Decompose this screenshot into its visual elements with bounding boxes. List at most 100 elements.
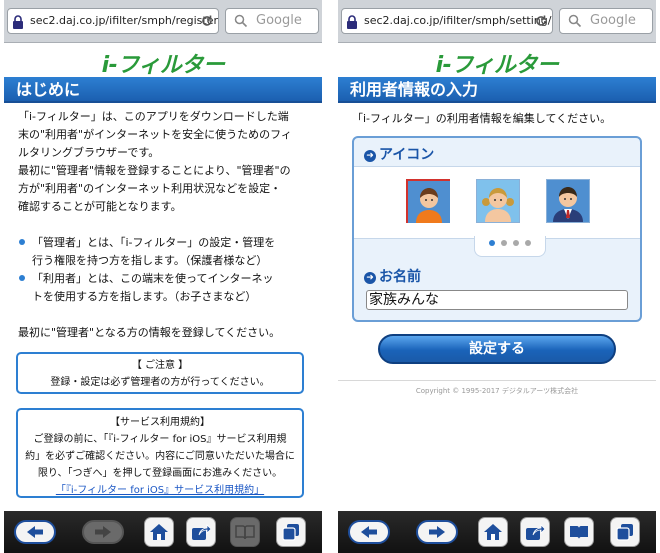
intro-line: ルタリングブラウザーです。 [18,146,160,159]
avatar-option-girl[interactable] [476,179,520,223]
page-dot[interactable] [525,240,531,246]
back-icon [27,526,43,538]
search-placeholder: Google [256,13,302,28]
lock-icon [347,15,357,29]
girl-avatar-icon [477,180,519,222]
name-section-heading: ➜ お名前 [364,266,421,286]
search-field[interactable]: Google [225,8,319,34]
page-dot[interactable] [501,240,507,246]
bullet-dot [19,275,25,281]
name-input[interactable]: 家族みんな [366,290,628,310]
avatar-option-boy[interactable] [406,179,450,223]
search-icon [568,14,582,28]
home-icon [150,524,168,540]
right-screen: sec2.daj.co.jp/ifilter/smph/setting/if G… [338,0,656,553]
back-button[interactable] [14,520,56,544]
address-bar: sec2.daj.co.jp/ifilter/smph/register/s G… [4,0,322,43]
page-dot[interactable] [489,240,495,246]
intro-line: 「i-フィルター」は、このアプリをダウンロードした端 [18,110,289,123]
forward-icon [95,526,111,538]
browser-toolbar [4,511,322,553]
logo: i-フィルター [101,53,225,78]
back-button[interactable] [348,520,390,544]
intro-line: 最初に"管理者"情報を登録することにより、"管理者"の [18,164,291,177]
name-label: お名前 [379,269,421,285]
page-dots [475,240,545,246]
home-button[interactable] [478,517,508,547]
address-bar: sec2.daj.co.jp/ifilter/smph/setting/if G… [338,0,656,43]
tabs-icon [282,524,299,541]
carousel-pager [474,236,546,257]
avatar-carousel[interactable] [354,166,640,239]
reload-icon[interactable] [200,14,214,28]
bullet-line: 行う権限を持つ方を指します。（保護者様など） [32,254,268,267]
home-button[interactable] [144,517,174,547]
notice-box: 【 ご注意 】 登録・設定は必ず管理者の方が行ってください。 [16,352,304,394]
reload-icon[interactable] [534,14,548,28]
search-placeholder: Google [590,13,636,28]
bullet-line: 「管理者」とは、「i-フィルター」の設定・管理を [32,236,276,249]
icon-section-label: アイコン [379,147,435,163]
terms-line: 約」を必ずご確認ください。内容にご同意いただいた場合に [25,451,295,462]
copyright: Copyright © 1995-2017 デジタルアーツ株式会社 [415,387,579,395]
notice-title: 【 ご注意 】 [131,360,189,371]
tabs-icon [616,524,633,541]
page-title: 利用者情報の入力 [338,77,656,103]
search-field[interactable]: Google [559,8,653,34]
share-button[interactable] [520,517,550,547]
home-icon [484,524,502,540]
bullet-line: トを使用する方を指します。（お子さまなど） [32,290,257,303]
bookmarks-button[interactable] [230,517,260,547]
terms-title: 【サービス利用規約】 [110,417,210,428]
share-button[interactable] [186,517,216,547]
intro-line: 末の"利用者"がインターネットを安全に使うためのフィ [18,128,292,141]
bullet-dot [19,239,25,245]
bookmarks-icon [570,526,588,539]
bullet-line: 「利用者」とは、この端末を使ってインターネッ [32,272,274,285]
boy-avatar-icon [408,181,450,223]
arrow-circle-icon: ➜ [364,272,376,284]
url-text: sec2.daj.co.jp/ifilter/smph/setting/if [364,14,553,27]
forward-icon [429,526,445,538]
logo-header: i-フィルター [338,43,656,78]
url-field[interactable]: sec2.daj.co.jp/ifilter/smph/register/s [7,8,219,34]
share-icon [192,524,211,540]
terms-box: 【サービス利用規約】 ご登録の前に、「『i-フィルター for iOS』サービス… [16,408,304,498]
user-info-panel: ➜ アイコン ➜ お名前 家族みんな [352,136,642,322]
tabs-button[interactable] [610,517,640,547]
icon-section-heading: ➜ アイコン [364,144,434,164]
share-icon [526,524,545,540]
intro-line: 確認することが可能となります。 [18,200,182,213]
page-title: はじめに [4,77,322,103]
register-prompt: 最初に"管理者"となる方の情報を登録してください。 [18,326,281,339]
search-icon [234,14,248,28]
back-icon [361,526,377,538]
page-dot[interactable] [513,240,519,246]
logo-header: i-フィルター [4,43,322,78]
notice-body: 登録・設定は必ず管理者の方が行ってください。 [50,377,270,388]
browser-toolbar [338,511,656,553]
man-avatar-icon [547,180,589,222]
intro-line: 方が"利用者"のインターネット利用状況などを設定・ [18,182,282,195]
lock-icon [13,15,23,29]
forward-button[interactable] [416,520,458,544]
avatar-option-man[interactable] [546,179,590,223]
bullet-admin: 「管理者」とは、「i-フィルター」の設定・管理を 行う権限を持つ方を指します。（… [18,234,312,270]
divider [338,380,656,381]
submit-button[interactable]: 設定する [378,334,616,364]
terms-link[interactable]: 「『i-フィルター for iOS』サービス利用規約」 [18,482,302,499]
intro-text: 「i-フィルター」は、このアプリをダウンロードした端 末の"利用者"がインターネ… [18,108,312,216]
terms-line: 限り、「つぎへ」を押して登録画面にお進みください。 [37,468,283,479]
left-screen: sec2.daj.co.jp/ifilter/smph/register/s G… [4,0,322,553]
bookmarks-icon [235,525,255,540]
url-text: sec2.daj.co.jp/ifilter/smph/register/s [30,14,219,27]
tabs-button[interactable] [276,517,306,547]
url-field[interactable]: sec2.daj.co.jp/ifilter/smph/setting/if [341,8,553,34]
arrow-circle-icon: ➜ [364,150,376,162]
bullet-user: 「利用者」とは、この端末を使ってインターネッ トを使用する方を指します。（お子さ… [18,270,312,306]
instruction-text: 「i-フィルター」の利用者情報を編集してください。 [352,112,612,125]
forward-button[interactable] [82,520,124,544]
logo: i-フィルター [435,53,559,78]
bookmarks-button[interactable] [564,517,594,547]
terms-line: ご登録の前に、「『i-フィルター for iOS』サービス利用規 [33,434,287,445]
